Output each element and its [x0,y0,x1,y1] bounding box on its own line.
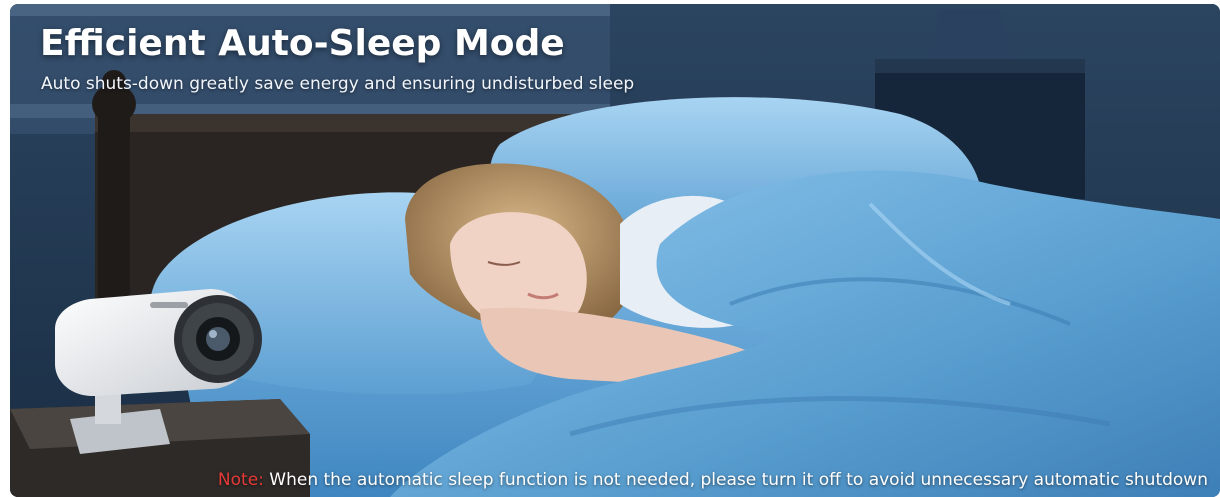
product-banner: Efficient Auto-Sleep Mode Auto shuts-dow… [10,4,1220,497]
note: Note: When the automatic sleep function … [218,469,1208,491]
headline: Efficient Auto-Sleep Mode [40,23,565,64]
subheadline: Auto shuts-down greatly save energy and … [41,74,635,94]
note-label: Note: [217,470,264,490]
bedpost [98,99,130,319]
note-text: When the automatic sleep function is not… [263,470,1208,490]
lamp [930,9,1010,59]
